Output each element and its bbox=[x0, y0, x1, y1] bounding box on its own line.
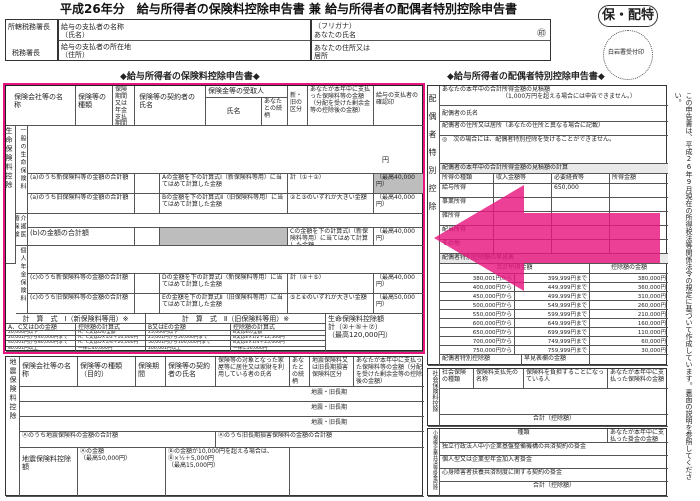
form-title: 平成26年分 給与所得者の保険料控除申告書 兼 給与所得者の配偶者特別控除申告書 bbox=[60, 2, 518, 16]
quake-group-label: 地震保険料控除 bbox=[6, 357, 20, 497]
quick-amount: 110,000円 bbox=[590, 328, 668, 337]
badge-text: 保・配特 bbox=[601, 8, 654, 23]
highlight-frame bbox=[3, 83, 425, 354]
small-biz-col-paid: あなたが本年中に支払った掛金の金額 bbox=[608, 429, 668, 443]
seal-mark: ㊞ bbox=[537, 29, 547, 39]
quick-to: 699,999円まで bbox=[515, 328, 590, 337]
quake-col-kind: 地震保険料又は旧長期損害保険料区分 bbox=[310, 357, 354, 387]
instructions: ◎ 次の場合には、配偶者特別控除を受けることができません。 bbox=[440, 136, 668, 164]
small-biz-table: 小規模企業共済等掛金控除 種類 あなたが本年中に支払った掛金の金額 独立行政法人… bbox=[427, 428, 668, 497]
quick-amount: 60,000円 bbox=[590, 337, 668, 346]
quick-from: 650,000円から bbox=[440, 328, 515, 337]
office-box: 所轄税務署長 税務署長 bbox=[5, 19, 58, 61]
quake-input-row-1[interactable]: 地震・旧長期 bbox=[20, 387, 424, 402]
social-total: 合計（控除額） bbox=[440, 415, 668, 427]
quick-to: 649,999円まで bbox=[515, 319, 590, 328]
furigana-label: （フリガナ） bbox=[314, 22, 356, 30]
quick-amount: 210,000円 bbox=[590, 310, 668, 319]
quake-deduction-label: 地震保険料控除額 bbox=[20, 448, 78, 497]
quick-to: 599,999円まで bbox=[515, 310, 590, 319]
small-biz-row-2[interactable]: 個人型又は企業型年金加入者掛金 bbox=[440, 456, 668, 469]
social-col-payer: 保険料を負担することになっている人 bbox=[524, 369, 608, 389]
quick-from: 450,000円から bbox=[440, 292, 515, 301]
quick-amount: 260,000円 bbox=[590, 301, 668, 310]
quick-from: 700,000円から bbox=[440, 337, 515, 346]
quake-col-target: 保険等の種類（目的） bbox=[78, 357, 136, 387]
social-col-paid: あなたが本年中に支払った保険料の金額 bbox=[608, 369, 668, 389]
your-name-label: あなたの氏名 bbox=[314, 31, 356, 39]
spouse-deduction-amount[interactable] bbox=[590, 355, 668, 366]
estimate-title: 配偶者の本年中の合計所得金額の見積額の計算 bbox=[440, 164, 668, 174]
quake-deduction-a: Ⓐの金額 （最高50,000円） bbox=[78, 448, 166, 497]
quick-to: 549,999円まで bbox=[515, 301, 590, 310]
social-col-payee: 保険料支払先の名称 bbox=[474, 369, 524, 389]
social-table: 社会保険料控除 社会保険の種類 保険料支払先の名称 保険料を負担することになって… bbox=[427, 368, 668, 427]
quake-col-company: 保険会社等の名称 bbox=[20, 357, 78, 387]
form-badge: 保・配特 bbox=[598, 5, 658, 27]
side-note: この申告書は、平成26年9月現在の所得税法等関係法令の規定に基づいて作成していま… bbox=[674, 92, 693, 480]
expected-income-row[interactable]: あなたの本年中の合計所得金額の見積額 （1,000万円を超える場合には申告できま… bbox=[440, 86, 668, 106]
small-biz-group-label: 小規模企業共済等掛金控除 bbox=[428, 429, 440, 497]
quake-sum-a: Ⓐのうち地震保険料の金額の合計額 bbox=[20, 432, 216, 448]
stamp-text: 白岩署受付印 bbox=[608, 49, 645, 56]
quake-col-period: 保険期間 bbox=[136, 357, 166, 387]
payer-addr-label: 給与の支払者の所在地（住所） bbox=[61, 43, 131, 60]
small-biz-col-kind: 種類 bbox=[440, 429, 608, 443]
social-col-type: 社会保険の種類 bbox=[440, 369, 474, 389]
quake-deduction-total[interactable] bbox=[290, 448, 424, 497]
quick-from: 500,000円から bbox=[440, 301, 515, 310]
social-group-label: 社会保険料控除 bbox=[428, 369, 440, 427]
quick-amount: 30,000円 bbox=[590, 346, 668, 355]
quake-col-paid: あなたが本年中に支払った保険料等の金額（分配を受けた剰余金等の控除後の金額） bbox=[354, 357, 424, 387]
insurance-section-title: ◆給与所得者の保険料控除申告書◆ bbox=[120, 72, 260, 82]
spouse-quick-ref: 早見表欄の金額 bbox=[522, 355, 590, 366]
payer-box[interactable]: 給与の支払者の名称（氏名） 給与の支払者の所在地（住所） bbox=[58, 19, 311, 61]
quick-from: 550,000円から bbox=[440, 310, 515, 319]
quake-col-insured: 保険等の対象となった家屋等に居住又は家財を利用している者の氏名 bbox=[216, 357, 290, 387]
quake-table: 地震保険料控除 保険会社等の名称 保険等の種類（目的） 保険期間 保険等の契約者… bbox=[5, 356, 424, 497]
social-input-row[interactable] bbox=[440, 389, 668, 415]
your-addr-label: あなたの住所又は居所 bbox=[314, 44, 370, 61]
payer-name-label: 給与の支払者の名称（氏名） bbox=[61, 23, 124, 40]
office-stamp-circle: 白岩署受付印 bbox=[603, 30, 653, 80]
applicant-divider bbox=[312, 40, 550, 41]
small-biz-row-3[interactable]: 心身障害者扶養共済制度に関する契約の掛金 bbox=[440, 469, 668, 482]
quick-from: 750,000円から bbox=[440, 346, 515, 355]
quake-input-row-3[interactable]: 地震・旧長期 bbox=[20, 417, 424, 432]
office-label: 所轄税務署長 bbox=[8, 23, 50, 31]
spouse-section-title: ◆給与所得者の配偶者特別控除申告書◆ bbox=[447, 72, 605, 82]
quick-to: 749,999円まで bbox=[515, 337, 590, 346]
payer-divider bbox=[59, 40, 310, 41]
small-biz-total: 合計（控除額） bbox=[440, 482, 668, 497]
small-biz-row-1[interactable]: 独立行政法人中小企業基盤整備機構の共済契約の掛金 bbox=[440, 443, 668, 456]
quake-sum-b: Ⓐのうち旧長期損害保険料の金額の合計額 bbox=[216, 432, 424, 448]
quick-to: 499,999円まで bbox=[515, 292, 590, 301]
quake-col-relation: あなたとの続柄 bbox=[290, 357, 310, 387]
quick-from: 600,000円から bbox=[440, 319, 515, 328]
pointing-arrow bbox=[434, 185, 660, 291]
quick-amount: 160,000円 bbox=[590, 319, 668, 328]
tax-office-label: 税務署長 bbox=[12, 49, 40, 57]
spouse-name-row[interactable]: 配偶者の氏名 bbox=[440, 106, 668, 122]
spouse-deduction-label: 配偶者特別控除額 bbox=[440, 355, 522, 366]
quick-amount: 310,000円 bbox=[590, 292, 668, 301]
applicant-box[interactable]: （フリガナ） あなたの氏名 ㊞ あなたの住所又は居所 bbox=[311, 19, 551, 61]
quick-to: 759,999円まで bbox=[515, 346, 590, 355]
quake-input-row-2[interactable]: 地震・旧長期 bbox=[20, 402, 424, 417]
quake-col-contractor: 保険等の契約者の氏名 bbox=[166, 357, 216, 387]
quake-deduction-b: Ⓑの金額が10,000円を超える場合は、Ⓑ×½＋5,000円 （最高15,000… bbox=[166, 448, 290, 497]
spouse-addr-row[interactable]: 配偶者の住所又は居所（あなたの住所と異なる場合に記載） bbox=[440, 122, 668, 136]
